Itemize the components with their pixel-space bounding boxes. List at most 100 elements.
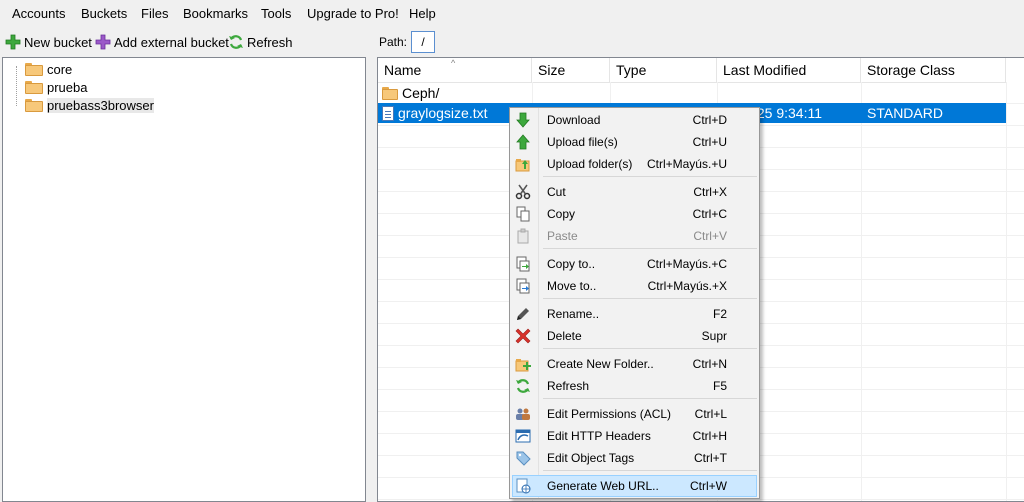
new-folder-icon (515, 356, 531, 372)
path-bar: Path: / (376, 30, 1024, 54)
menu-accounts[interactable]: Accounts (12, 6, 65, 22)
menu-item-label: Move to.. (547, 279, 597, 293)
menu-item-shortcut: Ctrl+T (694, 451, 727, 465)
folder-icon (25, 62, 43, 76)
menu-buckets[interactable]: Buckets (81, 6, 127, 22)
menu-item-shortcut: Ctrl+Mayús.+C (646, 257, 727, 271)
refresh-label: Refresh (247, 34, 293, 50)
menu-item-delete[interactable]: Delete Supr (512, 325, 757, 347)
scissors-icon (515, 184, 531, 200)
menu-item-edit-permissions-acl[interactable]: Edit Permissions (ACL) Ctrl+L (512, 403, 757, 425)
menu-item-shortcut: Ctrl+D (692, 113, 727, 127)
tree-item-prueba[interactable]: prueba (25, 79, 87, 95)
folder-icon (25, 80, 43, 94)
purple-plus-icon (95, 34, 111, 50)
column-header-last-modified[interactable]: Last Modified (717, 58, 861, 82)
copy-to-icon (515, 256, 531, 272)
green-plus-icon (5, 34, 21, 50)
column-header-label: Storage Class (867, 62, 955, 78)
http-headers-icon (515, 428, 531, 444)
menu-item-label: Cut (547, 185, 566, 199)
menu-item-label: Copy to.. (547, 257, 596, 271)
download-icon (515, 112, 531, 128)
file-name: Ceph/ (402, 85, 440, 101)
menu-item-shortcut: F5 (712, 379, 727, 393)
menu-item-shortcut: Ctrl+X (693, 185, 727, 199)
upload-icon (515, 134, 531, 150)
menu-item-generate-web-url[interactable]: Generate Web URL.. Ctrl+W (512, 475, 757, 497)
menu-separator (543, 470, 757, 471)
menu-item-copy-to[interactable]: Copy to.. Ctrl+Mayús.+C (512, 253, 757, 275)
menu-bookmarks[interactable]: Bookmarks (183, 6, 248, 22)
delete-icon (515, 328, 531, 344)
refresh-icon (228, 34, 244, 50)
column-header-name[interactable]: Name ^ (378, 58, 532, 82)
column-header-type[interactable]: Type (610, 58, 717, 82)
menu-item-label: Upload file(s) (547, 135, 618, 149)
menu-item-label: Generate Web URL.. (547, 479, 659, 493)
menu-item-shortcut: Ctrl+N (692, 357, 727, 371)
refresh-icon (515, 378, 531, 394)
new-bucket-button[interactable]: New bucket (5, 30, 92, 54)
menu-help[interactable]: Help (409, 6, 436, 22)
menu-files[interactable]: Files (141, 6, 168, 22)
permissions-icon (515, 406, 531, 422)
menu-tools[interactable]: Tools (261, 6, 291, 22)
copy-icon (515, 206, 531, 222)
paste-icon (515, 228, 531, 244)
column-header-label: Name (384, 62, 422, 78)
file-icon (382, 106, 394, 121)
tree-connector (16, 66, 17, 106)
menu-item-copy[interactable]: Copy Ctrl+C (512, 203, 757, 225)
menu-item-shortcut: Ctrl+Mayús.+X (647, 279, 727, 293)
menu-item-shortcut: Ctrl+W (690, 479, 727, 493)
tree-item-label: pruebass3browser (47, 97, 154, 113)
bucket-tree[interactable]: core prueba pruebass3browser (2, 57, 366, 502)
menu-item-shortcut: Ctrl+H (692, 429, 727, 443)
menu-item-upload-file-s[interactable]: Upload file(s) Ctrl+U (512, 131, 757, 153)
path-label: Path: (379, 35, 408, 49)
column-header-storage-class[interactable]: Storage Class (861, 58, 1006, 82)
menu-upgrade[interactable]: Upgrade to Pro! (307, 6, 399, 22)
column-header-label: Size (538, 62, 566, 78)
path-input[interactable]: / (411, 31, 436, 53)
menu-item-cut[interactable]: Cut Ctrl+X (512, 181, 757, 203)
menu-item-upload-folder-s[interactable]: Upload folder(s) Ctrl+Mayús.+U (512, 153, 757, 175)
menu-separator (543, 176, 757, 177)
add-external-bucket-label: Add external bucket (114, 34, 229, 50)
refresh-buckets-button[interactable]: Refresh (228, 30, 293, 54)
tag-icon (515, 450, 531, 466)
menu-item-edit-object-tags[interactable]: Edit Object Tags Ctrl+T (512, 447, 757, 469)
upload-folder-icon (515, 156, 531, 172)
add-external-bucket-button[interactable]: Add external bucket (95, 30, 229, 54)
tree-item-pruebass3browser[interactable]: pruebass3browser (25, 97, 154, 113)
pane-splitter[interactable] (366, 28, 376, 502)
file-storage-class: STANDARD (867, 105, 943, 121)
menu-item-shortcut: Ctrl+L (694, 407, 727, 421)
table-row[interactable]: Ceph/ (378, 83, 1006, 103)
menu-item-rename[interactable]: Rename.. F2 (512, 303, 757, 325)
folder-icon (382, 87, 398, 100)
menu-item-create-new-folder[interactable]: Create New Folder.. Ctrl+N (512, 353, 757, 375)
menu-item-move-to[interactable]: Move to.. Ctrl+Mayús.+X (512, 275, 757, 297)
context-menu: Download Ctrl+D Upload file(s) Ctrl+U Upload… (509, 107, 760, 499)
tree-item-core[interactable]: core (25, 61, 72, 77)
menu-item-refresh[interactable]: Refresh F5 (512, 375, 757, 397)
column-header-size[interactable]: Size (532, 58, 610, 82)
menu-item-edit-http-headers[interactable]: Edit HTTP Headers Ctrl+H (512, 425, 757, 447)
menubar: Accounts Buckets Files Bookmarks Tools U… (0, 0, 1024, 28)
menu-item-label: Download (547, 113, 601, 127)
menu-item-shortcut: Ctrl+C (692, 207, 727, 221)
menu-separator (543, 298, 757, 299)
tree-item-label: prueba (47, 79, 88, 95)
menu-item-label: Refresh (547, 379, 590, 393)
menu-item-label: Rename.. (547, 307, 600, 321)
menu-item-shortcut: Ctrl+Mayús.+U (646, 157, 727, 171)
menu-item-download[interactable]: Download Ctrl+D (512, 109, 757, 131)
file-name: graylogsize.txt (398, 105, 488, 121)
menu-item-label: Edit HTTP Headers (547, 429, 651, 443)
menu-item-label: Edit Object Tags (547, 451, 635, 465)
menu-item-label: Create New Folder.. (547, 357, 654, 371)
menu-separator (543, 348, 757, 349)
tree-item-label: core (47, 61, 73, 77)
